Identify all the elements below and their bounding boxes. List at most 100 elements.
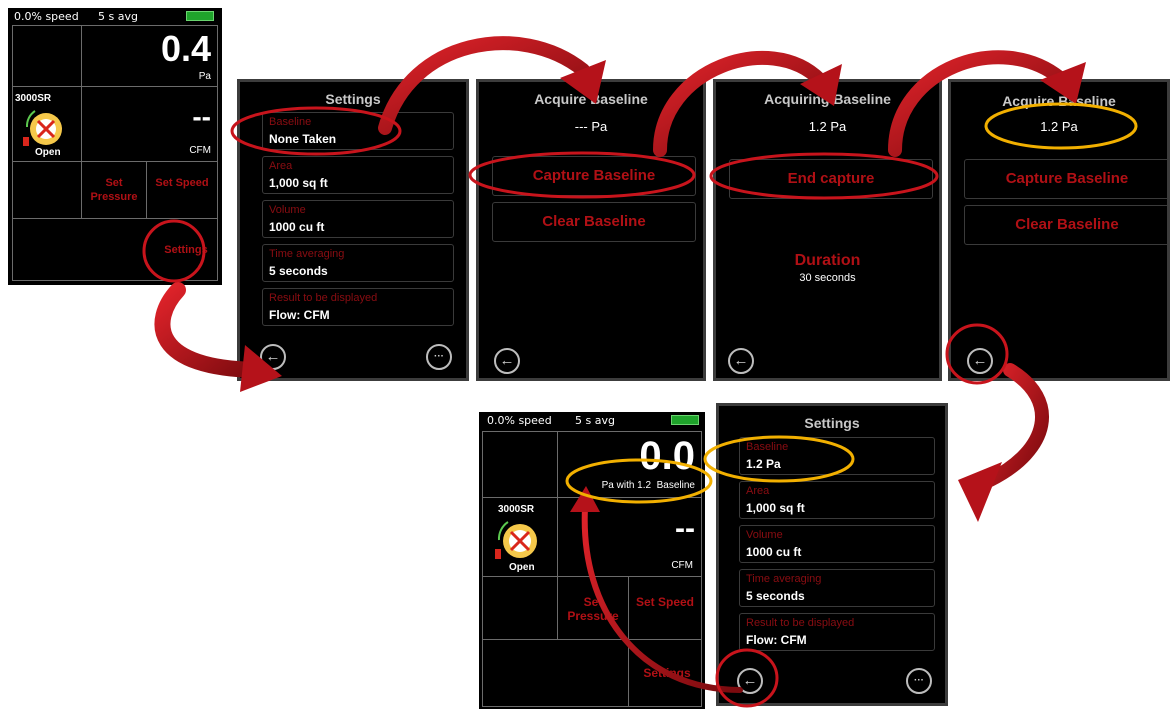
empty-cell — [482, 431, 558, 498]
duration-label: Duration — [794, 252, 861, 269]
battery-icon — [186, 11, 214, 21]
device-name: 3000SR — [15, 93, 52, 104]
empty-cell — [482, 576, 558, 640]
device-cell[interactable]: 3000SR Open — [482, 497, 558, 577]
area-label: Area — [269, 160, 293, 172]
pressure-unit: Pa with 1.2 Baseline — [601, 480, 695, 491]
averaging-text: 5 s avg — [575, 414, 615, 427]
set-speed-button[interactable]: Set Speed — [146, 161, 218, 219]
pressure-cell[interactable]: 0.0 Pa with 1.2 Baseline — [557, 431, 702, 498]
fan-ring-icon — [23, 110, 62, 146]
volume-label: Volume — [269, 204, 306, 216]
flow-cell[interactable]: -- CFM — [557, 497, 702, 577]
main-screen-before: 0.0% speed 5 s avg 0.4 Pa 3000SR Open --… — [8, 8, 222, 285]
time-averaging-value: 5 seconds — [269, 264, 328, 278]
pressure-value: 0.4 — [160, 28, 211, 69]
status-bar: 0.0% speed 5 s avg — [479, 412, 705, 428]
back-arrow-icon[interactable]: ← — [737, 668, 763, 694]
acquiring-title: Acquiring Baseline — [764, 91, 891, 107]
device-name: 3000SR — [498, 504, 535, 515]
result-displayed-setting[interactable]: Result to be displayed Flow: CFM — [262, 288, 454, 326]
set-pressure-button[interactable]: Set Pressure — [81, 161, 147, 219]
acquire-title: Acquire Baseline — [534, 91, 648, 107]
flow-arrow — [958, 363, 1049, 522]
area-value: 1,000 sq ft — [269, 176, 328, 190]
device-cell[interactable]: 3000SR Open — [12, 86, 82, 162]
area-value: 1,000 sq ft — [746, 501, 805, 515]
end-capture-button[interactable]: End capture — [729, 159, 933, 199]
status-bar: 0.0% speed 5 s avg — [8, 8, 222, 24]
time-averaging-value: 5 seconds — [746, 589, 805, 603]
result-displayed-label: Result to be displayed — [746, 617, 855, 629]
baseline-value: 1.2 Pa — [746, 457, 781, 471]
volume-value: 1000 cu ft — [269, 220, 325, 234]
baseline-reading: 1.2 Pa — [1040, 119, 1078, 134]
volume-setting[interactable]: Volume 1000 cu ft — [262, 200, 454, 238]
settings-title: Settings — [804, 415, 860, 431]
acquire-baseline-screen: Acquire Baseline --- Pa Capture Baseline… — [476, 79, 706, 381]
set-pressure-label: Set Pressure — [567, 595, 619, 623]
empty-cell — [12, 161, 82, 219]
back-arrow-icon[interactable]: ← — [967, 348, 993, 374]
set-speed-button[interactable]: Set Speed — [628, 576, 702, 640]
back-arrow-icon[interactable]: ← — [728, 348, 754, 374]
volume-setting[interactable]: Volume 1000 cu ft — [739, 525, 935, 563]
area-setting[interactable]: Area 1,000 sq ft — [739, 481, 935, 519]
result-displayed-label: Result to be displayed — [269, 292, 378, 304]
averaging-text: 5 s avg — [98, 10, 138, 23]
time-averaging-label: Time averaging — [269, 248, 345, 260]
volume-label: Volume — [746, 529, 783, 541]
flow-cell[interactable]: -- CFM — [81, 86, 218, 162]
baseline-setting[interactable]: Baseline 1.2 Pa — [739, 437, 935, 475]
acquire-title: Acquire Baseline — [1002, 93, 1116, 109]
flow-value: -- — [675, 512, 695, 545]
set-pressure-button[interactable]: Set Pressure — [557, 576, 629, 640]
pressure-value: 0.0 — [639, 434, 695, 478]
settings-button[interactable]: Settings — [631, 666, 703, 680]
flow-value: -- — [192, 101, 211, 132]
volume-value: 1000 cu ft — [746, 545, 802, 559]
battery-icon — [671, 415, 699, 425]
result-displayed-setting[interactable]: Result to be displayed Flow: CFM — [739, 613, 935, 651]
area-setting[interactable]: Area 1,000 sq ft — [262, 156, 454, 194]
settings-screen-after: Settings Baseline 1.2 Pa Area 1,000 sq f… — [716, 403, 948, 706]
capture-baseline-button[interactable]: Capture Baseline — [492, 156, 696, 196]
empty-cell — [12, 25, 82, 87]
time-averaging-setting[interactable]: Time averaging 5 seconds — [739, 569, 935, 607]
set-speed-label: Set Speed — [635, 595, 695, 609]
acquiring-baseline-screen: Acquiring Baseline 1.2 Pa End capture Du… — [713, 79, 942, 381]
settings-button[interactable]: Settings — [156, 243, 216, 257]
damper-state: Open — [35, 147, 61, 158]
more-ellipsis-icon[interactable]: ··· — [426, 344, 452, 370]
clear-baseline-button[interactable]: Clear Baseline — [964, 205, 1167, 245]
baseline-label: Baseline — [746, 441, 789, 453]
settings-title: Settings — [325, 91, 381, 107]
flow-unit: CFM — [671, 560, 693, 571]
clear-baseline-button[interactable]: Clear Baseline — [492, 202, 696, 242]
duration-value: 30 seconds — [799, 272, 856, 284]
pressure-cell[interactable]: 0.4 Pa — [81, 25, 218, 87]
acquire-baseline-screen-done: Acquire Baseline 1.2 Pa Capture Baseline… — [948, 79, 1170, 381]
more-ellipsis-icon[interactable]: ··· — [906, 668, 932, 694]
baseline-label: Baseline — [269, 116, 312, 128]
back-arrow-icon[interactable]: ← — [260, 344, 286, 370]
baseline-setting[interactable]: Baseline None Taken — [262, 112, 454, 150]
pressure-unit: Pa — [198, 71, 211, 82]
set-pressure-label: Set Pressure — [90, 177, 138, 203]
settings-screen-before: Settings Baseline None Taken Area 1,000 … — [237, 79, 469, 381]
time-averaging-setting[interactable]: Time averaging 5 seconds — [262, 244, 454, 282]
set-speed-label: Set Speed — [155, 177, 209, 189]
flow-unit: CFM — [189, 145, 211, 156]
back-arrow-icon[interactable]: ← — [494, 348, 520, 374]
area-label: Area — [746, 485, 770, 497]
result-displayed-value: Flow: CFM — [269, 308, 330, 322]
fan-speed-text: 0.0% speed — [487, 414, 552, 427]
main-screen-after: 0.0% speed 5 s avg 0.0 Pa with 1.2 Basel… — [479, 412, 705, 709]
fan-speed-text: 0.0% speed — [14, 10, 79, 23]
empty-cell — [482, 639, 629, 707]
baseline-reading: --- Pa — [574, 119, 608, 134]
time-averaging-label: Time averaging — [746, 573, 822, 585]
damper-state: Open — [509, 562, 535, 573]
baseline-value: None Taken — [269, 132, 337, 146]
capture-baseline-button[interactable]: Capture Baseline — [964, 159, 1167, 199]
